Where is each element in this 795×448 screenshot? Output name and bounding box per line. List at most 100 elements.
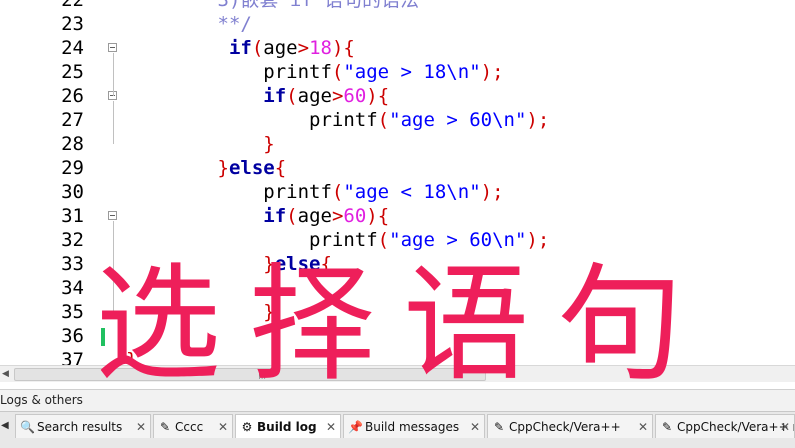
code-text: } (126, 300, 275, 324)
code-token: ) (331, 37, 344, 59)
code-token: > (331, 85, 344, 107)
code-line[interactable]: 28 } (0, 132, 795, 156)
code-token: } (263, 253, 275, 275)
code-token: { (274, 157, 287, 179)
code-token: } (263, 301, 275, 323)
code-token: ( (251, 37, 264, 59)
code-line[interactable]: 32 printf("age > 60\n"); (0, 228, 795, 252)
code-token: 60 (343, 85, 367, 107)
code-token: printf (126, 109, 378, 131)
code-token: ; (537, 229, 550, 251)
fold-toggle-icon[interactable] (108, 43, 117, 52)
line-number: 22 (61, 0, 84, 11)
code-token: ; (492, 61, 504, 83)
code-token: ( (286, 85, 298, 107)
code-text: **/ (126, 12, 252, 36)
close-icon[interactable]: ✕ (780, 415, 790, 438)
code-text: printf("age > 60\n"); (126, 108, 549, 132)
code-line[interactable]: 35 } (0, 300, 795, 324)
tab-cppcheck-vera-[interactable]: ✎ CppCheck/Vera++ ✕ (487, 414, 653, 438)
code-token: { (320, 253, 332, 275)
change-marker (101, 328, 105, 346)
line-number: 29 (61, 157, 84, 179)
code-line[interactable]: 33 }else{ (0, 252, 795, 276)
code-token: printf (126, 229, 378, 251)
code-line[interactable]: 36 (0, 324, 795, 348)
code-text: 3)嵌套 if 语句的语法 (126, 0, 420, 12)
code-token: ; (537, 109, 550, 131)
code-token: ) (480, 61, 493, 83)
scroll-left-icon[interactable]: ◀ (2, 369, 9, 379)
code-line[interactable]: 25 printf("age > 18\n"); (0, 60, 795, 84)
code-text: }else{ (126, 252, 332, 276)
code-token: { (377, 205, 390, 227)
tab-build-messages[interactable]: 📌 Build messages ✕ (343, 414, 485, 438)
close-icon[interactable]: ✕ (638, 415, 648, 438)
code-token: **/ (126, 13, 252, 35)
code-line[interactable]: 37} (0, 348, 795, 365)
code-line[interactable]: 29 }else{ (0, 156, 795, 180)
tab-cppcheck-vera-m[interactable]: ✎ CppCheck/Vera++ m ✕ (655, 414, 795, 438)
code-line[interactable]: 24 if(age>18){ (0, 36, 795, 60)
code-token: 18 (309, 37, 332, 59)
code-text: } (126, 348, 137, 365)
scrollbar-thumb[interactable]: ||| (14, 368, 486, 381)
line-number: 36 (61, 325, 84, 347)
code-token: ) (366, 205, 378, 227)
code-token: if (263, 205, 287, 227)
code-editor[interactable]: 22 3)嵌套 if 语句的语法 23 **/24 if(age>18){25 p… (0, 0, 795, 365)
code-line[interactable]: 34 (0, 276, 795, 300)
code-line[interactable]: 23 **/ (0, 12, 795, 36)
code-text: printf("age > 18\n"); (126, 60, 504, 84)
fold-guide (113, 53, 114, 96)
code-text: if(age>60){ (126, 204, 389, 228)
code-line[interactable]: 31 if(age>60){ (0, 204, 795, 228)
line-number: 28 (61, 133, 84, 155)
code-token: ( (377, 229, 390, 251)
close-icon[interactable]: ✕ (326, 415, 336, 438)
code-token: ) (366, 85, 378, 107)
tab-search-results[interactable]: 🔍 Search results ✕ (15, 414, 151, 438)
close-icon[interactable]: ✕ (136, 415, 146, 438)
line-number: 30 (61, 181, 84, 203)
pin-icon: 📌 (348, 420, 363, 434)
code-token: age (297, 205, 332, 227)
horizontal-scrollbar[interactable]: ◀ ||| (0, 365, 795, 382)
line-number: 25 (61, 61, 84, 83)
code-line[interactable]: 27 printf("age > 60\n"); (0, 108, 795, 132)
fold-toggle-icon[interactable] (108, 211, 117, 220)
line-number: 23 (61, 13, 84, 35)
code-token: ( (377, 109, 390, 131)
code-token: ( (286, 205, 298, 227)
code-line[interactable]: 30 printf("age < 18\n"); (0, 180, 795, 204)
code-token: { (377, 85, 390, 107)
code-token: "age > 60\n" (389, 229, 527, 251)
code-token: } (217, 157, 229, 179)
search-icon: 🔍 (20, 420, 35, 434)
code-token: ) (480, 181, 493, 203)
code-token: if (228, 37, 252, 59)
tab-cccc[interactable]: ✎ Cccc ✕ (153, 414, 233, 438)
tab-label: Cccc (175, 420, 204, 434)
close-icon[interactable]: ✕ (218, 415, 228, 438)
code-text: printf("age < 18\n"); (126, 180, 504, 204)
tab-scroll-left-icon[interactable]: ◀ (1, 420, 9, 431)
code-line[interactable]: 26 if(age>60){ (0, 84, 795, 108)
code-token: printf (126, 181, 332, 203)
code-token: } (126, 349, 138, 365)
code-token: ; (492, 181, 504, 203)
line-number: 24 (61, 37, 84, 59)
code-token: } (263, 133, 275, 155)
code-token: if (263, 85, 287, 107)
close-icon[interactable]: ✕ (470, 415, 480, 438)
line-number: 37 (61, 349, 84, 365)
line-number: 35 (61, 301, 84, 323)
tab-build-log[interactable]: ⚙ Build log ✕ (235, 414, 341, 438)
line-number: 32 (61, 229, 84, 251)
code-line[interactable]: 22 3)嵌套 if 语句的语法 (0, 0, 795, 12)
tab-label: Build messages (365, 420, 460, 434)
code-token: ) (526, 109, 538, 131)
